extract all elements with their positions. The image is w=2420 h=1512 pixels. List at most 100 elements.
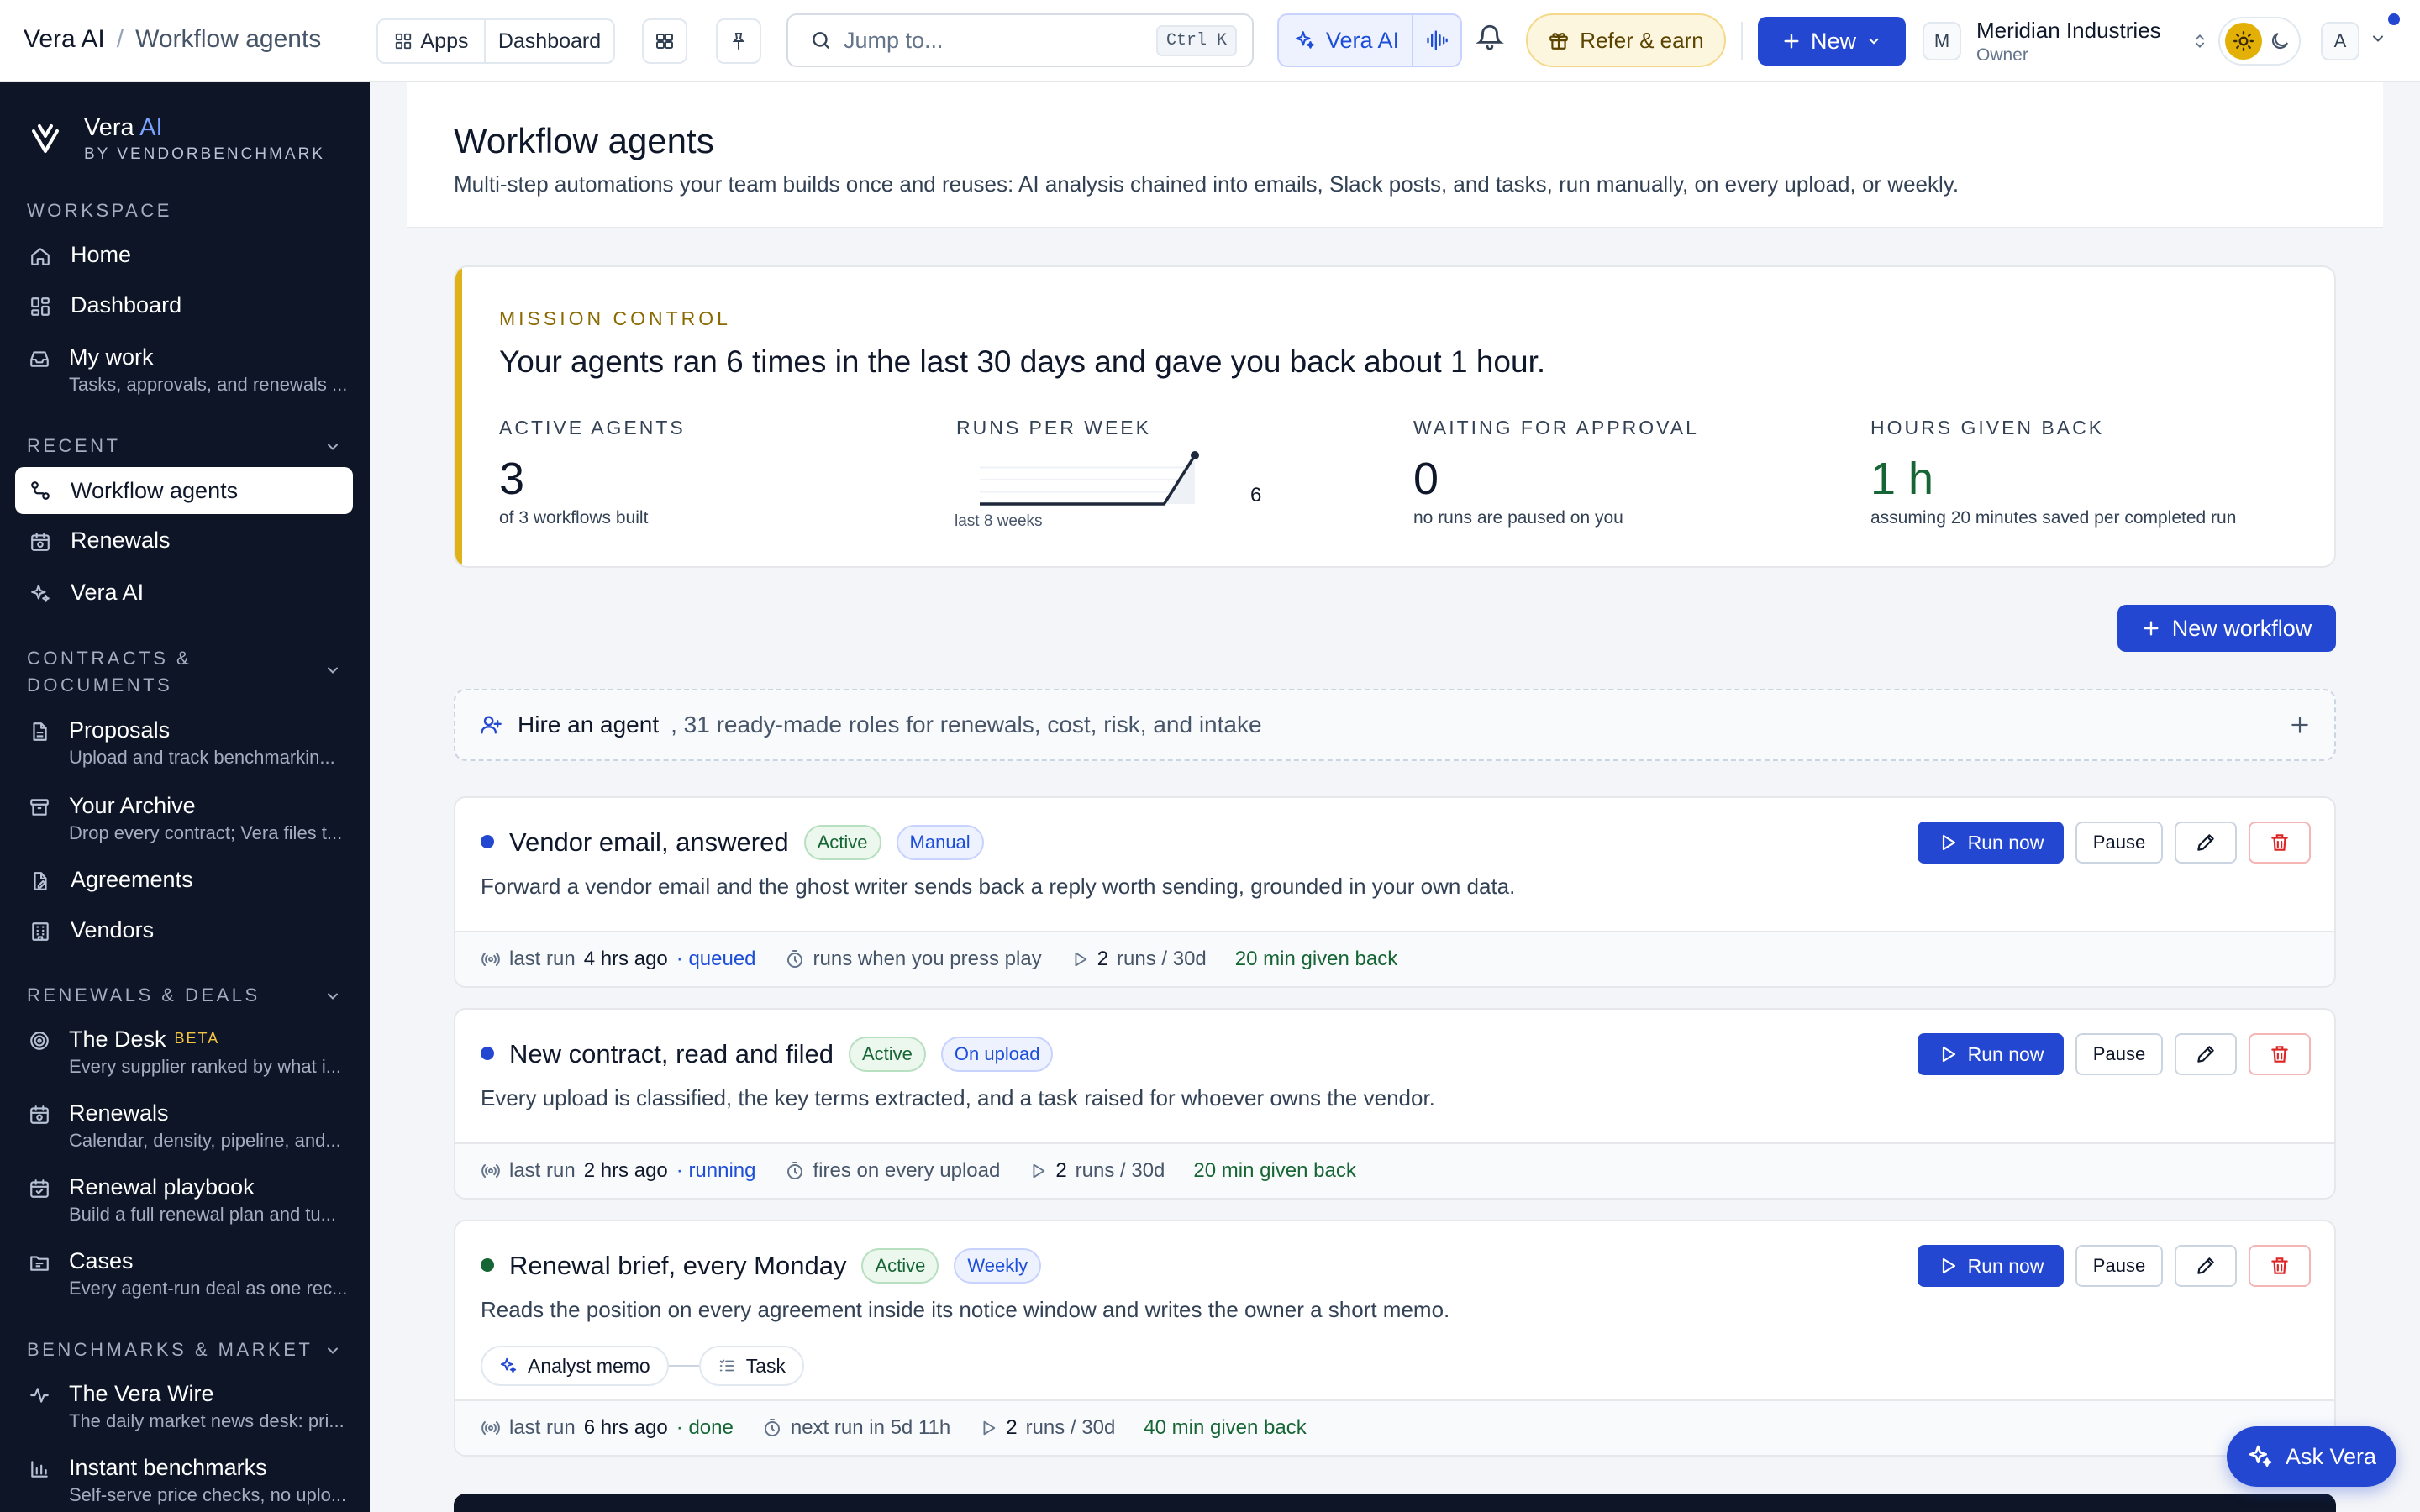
- sidebar-item-renewals[interactable]: Renewals Calendar, density, pipeline, an…: [15, 1100, 353, 1152]
- top-bar: Vera AI / Workflow agents Apps Dashboard…: [0, 0, 2420, 82]
- collapse-recent-chevron-icon[interactable]: [324, 438, 341, 455]
- sidebar-item-vera-wire[interactable]: The Vera Wire The daily market news desk…: [15, 1381, 353, 1432]
- collapse-benchmarks-chevron-icon[interactable]: [324, 1342, 341, 1359]
- sparkle-icon: [499, 1357, 518, 1375]
- sidebar-item-proposals[interactable]: Proposals Upload and track benchmarkin..…: [15, 717, 353, 769]
- sidebar-item-workflow-agents[interactable]: Workflow agents: [15, 467, 353, 514]
- stat-hours-given-back: HOURS GIVEN BACK 1 h assuming 20 minutes…: [1870, 417, 2236, 528]
- sidebar-item-recent-renewals[interactable]: Renewals: [15, 528, 353, 554]
- brand[interactable]: Vera AI BY VENDORBENCHMARK: [30, 114, 325, 164]
- bell-icon: [1476, 22, 1504, 52]
- workflow-name[interactable]: Vendor email, answered: [509, 827, 789, 858]
- trigger-badge: Manual: [896, 825, 984, 860]
- pause-button[interactable]: Pause: [2075, 822, 2163, 864]
- dashboard-label: Dashboard: [497, 29, 602, 53]
- org-role: Owner: [1976, 45, 2028, 65]
- play-icon: [1938, 1044, 1958, 1064]
- user-avatar[interactable]: A: [2321, 22, 2360, 60]
- workflow-footer: last run 2 hrs ago · running fires on ev…: [455, 1142, 2334, 1198]
- expand-plus-icon[interactable]: [2289, 714, 2311, 736]
- sidebar-item-sub: The daily market news desk: pri...: [69, 1410, 345, 1431]
- plus-icon: [2142, 619, 2160, 638]
- play-icon: [1938, 832, 1958, 853]
- voice-button[interactable]: [1413, 29, 1460, 52]
- sidebar-item-label: Dashboard: [71, 292, 182, 318]
- delete-button[interactable]: [2249, 1245, 2311, 1287]
- delete-button[interactable]: [2249, 822, 2311, 864]
- workflow-step[interactable]: Analyst memo: [481, 1346, 669, 1386]
- trash-icon: [2269, 1255, 2291, 1277]
- pause-button[interactable]: Pause: [2075, 1245, 2163, 1287]
- workflow-description: Reads the position on every agreement in…: [481, 1297, 1450, 1322]
- sidebar-item-instant-benchmarks[interactable]: Instant benchmarks Self-serve price chec…: [15, 1455, 353, 1506]
- sparkle-icon: [29, 583, 52, 605]
- run-now-button[interactable]: Run now: [1918, 1033, 2064, 1075]
- layout-button[interactable]: [642, 18, 687, 64]
- edit-button[interactable]: [2175, 822, 2237, 864]
- runs-unit: runs / 30d: [1025, 1416, 1116, 1439]
- new-button[interactable]: New: [1758, 17, 1906, 66]
- theme-toggle[interactable]: [2218, 17, 2301, 66]
- run-now-label: Run now: [1967, 1254, 2044, 1277]
- ask-vera-button[interactable]: Ask Vera: [2227, 1426, 2396, 1487]
- stat-label: RUNS PER WEEK: [956, 417, 1151, 438]
- collapse-renewals-chevron-icon[interactable]: [324, 988, 341, 1005]
- search-shortcut: Ctrl K: [1155, 24, 1237, 56]
- time-given-back: 20 min given back: [1193, 1159, 1356, 1182]
- brand-by: BY VENDORBENCHMARK: [84, 145, 325, 163]
- sidebar-item-vera-ai[interactable]: Vera AI: [15, 580, 353, 606]
- pause-button[interactable]: Pause: [2075, 1033, 2163, 1075]
- page-title: Workflow agents: [454, 121, 714, 160]
- pencil-icon: [2195, 1043, 2217, 1065]
- user-plus-icon: [479, 713, 502, 737]
- notifications-button[interactable]: [1476, 22, 1504, 52]
- sidebar-item-label: My work: [69, 344, 154, 370]
- vera-ai-button[interactable]: Vera AI: [1279, 15, 1413, 66]
- apps-button[interactable]: Apps: [378, 20, 486, 62]
- edit-button[interactable]: [2175, 1033, 2237, 1075]
- search-input[interactable]: Jump to... Ctrl K: [786, 13, 1254, 67]
- sidebar-item-the-desk[interactable]: The Desk BETA Every supplier ranked by wh…: [15, 1026, 353, 1078]
- trigger-badge: Weekly: [954, 1248, 1042, 1284]
- sidebar-item-renewal-playbook[interactable]: Renewal playbook Build a full renewal pl…: [15, 1174, 353, 1226]
- new-workflow-button[interactable]: New workflow: [2118, 605, 2336, 652]
- run-now-label: Run now: [1967, 1042, 2044, 1065]
- workflow-step[interactable]: Task: [698, 1346, 805, 1386]
- sidebar-item-vendors[interactable]: Vendors: [15, 917, 353, 943]
- workflow-name[interactable]: New contract, read and filed: [509, 1039, 834, 1069]
- run-now-button[interactable]: Run now: [1918, 1245, 2064, 1287]
- org-switcher[interactable]: M Meridian Industries Owner: [1923, 15, 2208, 67]
- hire-description: , 31 ready-made roles for renewals, cost…: [671, 711, 1262, 738]
- runs-unit: runs / 30d: [1075, 1159, 1165, 1182]
- collapse-contracts-chevron-icon[interactable]: [324, 662, 341, 679]
- status-dot: [481, 1047, 494, 1060]
- broadcast-icon: [481, 1161, 501, 1181]
- breadcrumb-root[interactable]: Vera AI: [24, 25, 105, 54]
- edit-button[interactable]: [2175, 1245, 2237, 1287]
- dashboard-button[interactable]: Dashboard: [486, 20, 613, 62]
- stat-note: no runs are paused on you: [1413, 508, 1623, 528]
- grid-icon: [394, 32, 413, 50]
- sidebar-item-archive[interactable]: Your Archive Drop every contract; Vera f…: [15, 793, 353, 844]
- stat-label: HOURS GIVEN BACK: [1870, 417, 2105, 438]
- runs-count: 2: [1055, 1159, 1067, 1182]
- stat-value: 1 h: [1870, 454, 1934, 504]
- pin-button[interactable]: [716, 18, 761, 64]
- sidebar-item-agreements[interactable]: Agreements: [15, 867, 353, 893]
- sidebar-item-dashboard[interactable]: Dashboard: [15, 292, 353, 318]
- breadcrumb-current: Workflow agents: [135, 25, 322, 53]
- sidebar-item-my-work[interactable]: My work Tasks, approvals, and renewals .…: [15, 344, 353, 396]
- sidebar-item-home[interactable]: Home: [15, 242, 353, 268]
- delete-button[interactable]: [2249, 1033, 2311, 1075]
- stat-active-agents: ACTIVE AGENTS 3 of 3 workflows built: [499, 417, 686, 528]
- workflow-name[interactable]: Renewal brief, every Monday: [509, 1251, 846, 1281]
- sidebar-item-sub: Calendar, density, pipeline, and...: [69, 1130, 341, 1151]
- pencil-icon: [2195, 1255, 2217, 1277]
- hire-agent-banner[interactable]: Hire an agent , 31 ready-made roles for …: [454, 689, 2336, 761]
- trigger-badge: On upload: [940, 1037, 1054, 1072]
- refer-earn-button[interactable]: Refer & earn: [1526, 13, 1726, 67]
- user-chevron-icon[interactable]: [2370, 30, 2386, 47]
- run-now-button[interactable]: Run now: [1918, 822, 2064, 864]
- sidebar-item-cases[interactable]: Cases Every agent-run deal as one rec...: [15, 1248, 353, 1299]
- run-now-label: Run now: [1967, 831, 2044, 853]
